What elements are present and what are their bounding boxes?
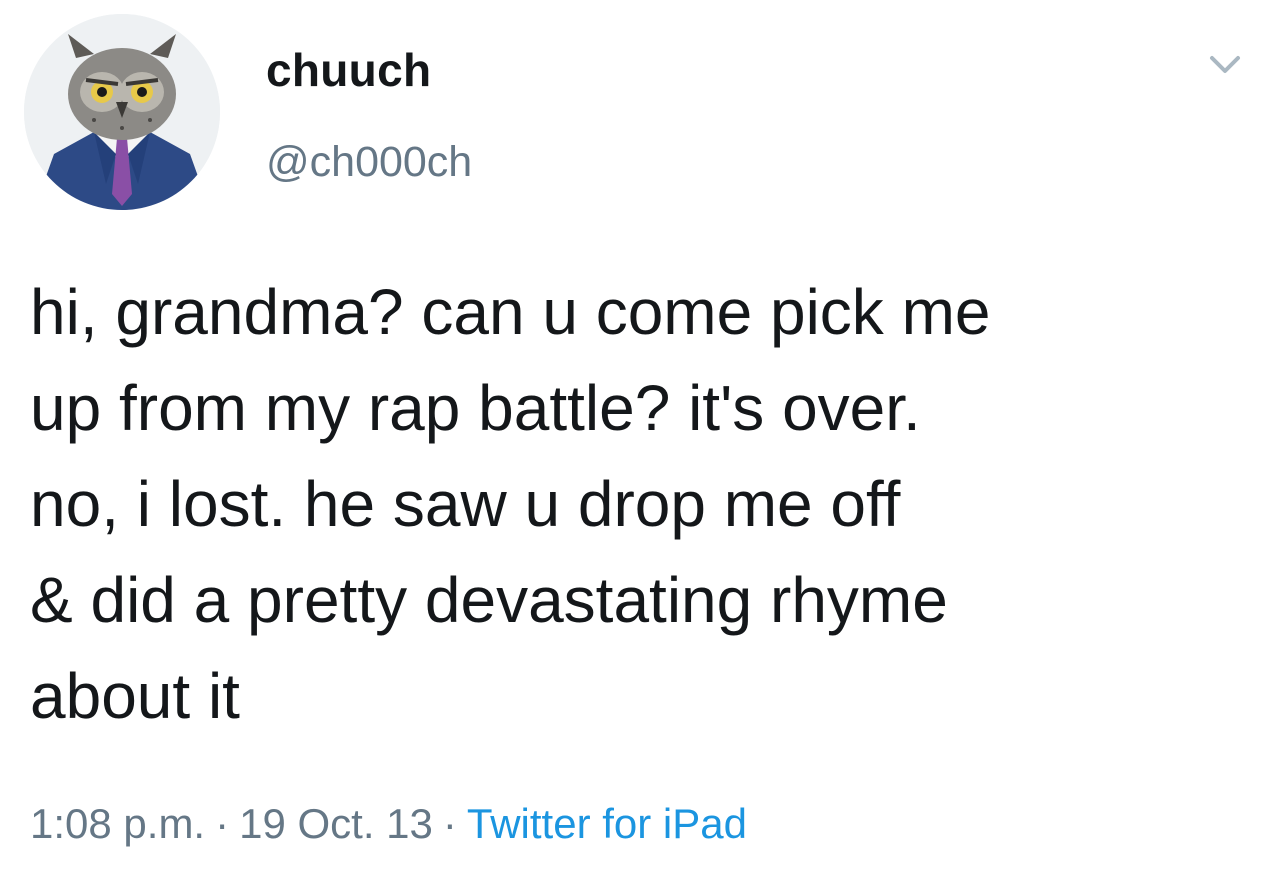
- tweet-source-link[interactable]: Twitter for iPad: [467, 800, 747, 847]
- tweet-time[interactable]: 1:08 p.m.: [30, 800, 205, 847]
- chevron-down-icon: [1210, 56, 1240, 73]
- display-name[interactable]: chuuch: [266, 42, 431, 98]
- tweet-text-line: hi, grandma? can u come pick me: [30, 276, 991, 348]
- tweet-text-line: & did a pretty devastating rhyme: [30, 564, 948, 636]
- tweet-card: chuuch @ch000ch hi, grandma? can u come …: [0, 0, 1273, 892]
- user-handle[interactable]: @ch000ch: [266, 136, 472, 188]
- tweet-text: hi, grandma? can u come pick me up from …: [30, 264, 1250, 744]
- tweet-text-line: up from my rap battle? it's over.: [30, 372, 921, 444]
- owl-avatar-icon: [24, 14, 220, 210]
- tweet-text-line: no, i lost. he saw u drop me off: [30, 468, 901, 540]
- tweet-date[interactable]: 19 Oct. 13: [239, 800, 433, 847]
- avatar[interactable]: [24, 14, 220, 210]
- tweet-menu-button[interactable]: [1198, 44, 1252, 84]
- separator-dot: ·: [215, 800, 230, 847]
- tweet-text-line: about it: [30, 660, 240, 732]
- separator-dot: ·: [442, 800, 457, 847]
- tweet-metadata: 1:08 p.m. · 19 Oct. 13 · Twitter for iPad: [30, 796, 747, 852]
